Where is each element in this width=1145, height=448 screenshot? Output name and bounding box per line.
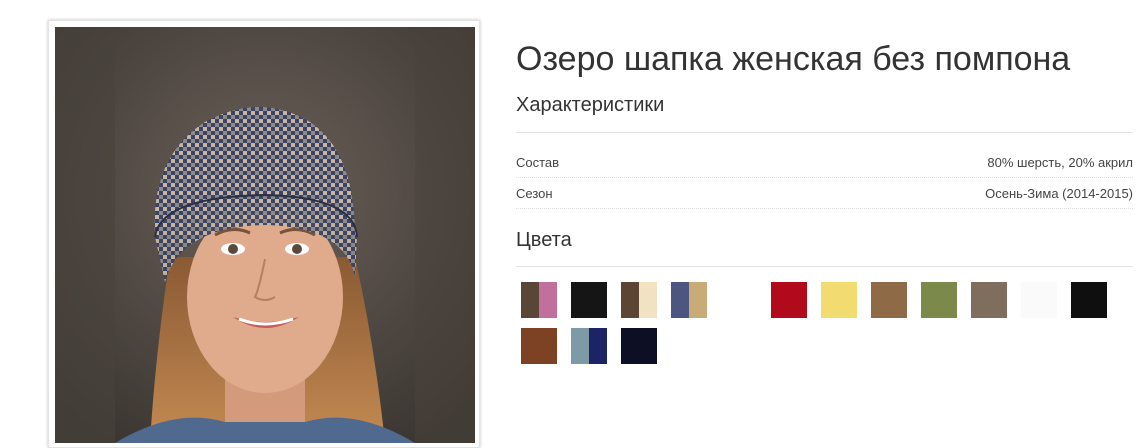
spec-value: 80% шерсть, 20% акрил (987, 155, 1133, 170)
swatch-color-left (671, 282, 689, 318)
swatch-color-right (939, 282, 957, 318)
spec-row-season: Сезон Осень-Зима (2014-2015) (516, 179, 1133, 209)
color-swatch-gray-navy[interactable] (571, 328, 607, 364)
swatch-color-left (971, 282, 989, 318)
color-swatch-brown-pink[interactable] (521, 282, 557, 318)
product-title: Озеро шапка женская без помпона (516, 40, 1071, 78)
swatch-color-right (539, 282, 557, 318)
spec-value: Осень-Зима (2014-2015) (985, 186, 1133, 201)
swatch-color-left (771, 282, 789, 318)
color-swatch-navy-tan[interactable] (671, 282, 707, 318)
spec-label: Состав (516, 155, 560, 170)
swatch-color-left (921, 282, 939, 318)
swatch-color-right (1039, 282, 1057, 318)
swatch-color-right (839, 282, 857, 318)
swatch-color-right (889, 282, 907, 318)
color-swatch-dark-navy[interactable] (621, 328, 657, 364)
swatch-color-right (739, 282, 757, 318)
spec-label: Сезон (516, 186, 553, 201)
spec-row-composition: Состав 80% шерсть, 20% акрил (516, 148, 1133, 178)
color-swatch-olive[interactable] (921, 282, 957, 318)
color-swatch-white[interactable] (721, 282, 757, 318)
divider (516, 266, 1133, 267)
characteristics-heading: Характеристики (516, 94, 665, 116)
swatch-color-right (689, 282, 707, 318)
model-wearing-hat-image (55, 27, 475, 443)
swatch-color-left (521, 282, 539, 318)
swatch-color-right (789, 282, 807, 318)
color-swatch-yellow[interactable] (821, 282, 857, 318)
swatch-color-right (589, 282, 607, 318)
color-swatch-camel[interactable] (871, 282, 907, 318)
divider (516, 132, 1133, 133)
swatch-color-left (821, 282, 839, 318)
swatch-color-right (589, 328, 607, 364)
swatch-color-right (639, 282, 657, 318)
product-photo[interactable] (55, 27, 475, 443)
color-swatch-off-white[interactable] (1021, 282, 1057, 318)
color-swatch-taupe[interactable] (971, 282, 1007, 318)
color-swatch-black[interactable] (1071, 282, 1107, 318)
row-divider (516, 177, 1133, 178)
swatch-color-left (621, 328, 639, 364)
swatch-color-left (721, 282, 739, 318)
swatch-color-left (571, 328, 589, 364)
swatch-color-left (1021, 282, 1039, 318)
product-photo-frame (48, 20, 480, 448)
swatch-color-right (539, 328, 557, 364)
color-swatch-rust-knit[interactable] (521, 328, 557, 364)
swatch-color-left (571, 282, 589, 318)
swatch-color-right (989, 282, 1007, 318)
color-swatch-red[interactable] (771, 282, 807, 318)
colors-heading: Цвета (516, 229, 572, 251)
swatch-color-right (639, 328, 657, 364)
swatch-color-right (1089, 282, 1107, 318)
color-swatch-black-textured[interactable] (571, 282, 607, 318)
swatch-color-left (521, 328, 539, 364)
row-divider (516, 208, 1133, 209)
swatch-color-left (1071, 282, 1089, 318)
color-swatch-brown-cream[interactable] (621, 282, 657, 318)
swatch-color-left (871, 282, 889, 318)
swatch-color-left (621, 282, 639, 318)
